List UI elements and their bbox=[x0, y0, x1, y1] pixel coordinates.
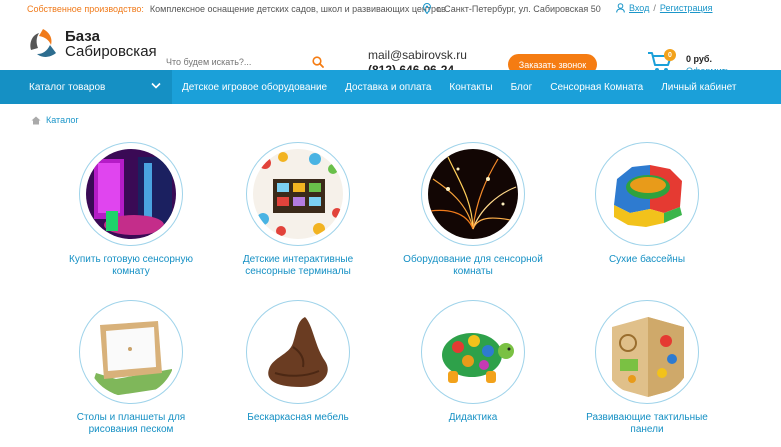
breadcrumb: Каталог bbox=[31, 115, 79, 125]
logo-text: База Сабировская bbox=[65, 29, 157, 59]
category-tactile-panels[interactable]: Развивающие тактильные панели bbox=[560, 300, 734, 436]
auth-separator: / bbox=[653, 3, 656, 13]
home-icon[interactable] bbox=[31, 116, 41, 125]
chevron-down-icon bbox=[151, 82, 161, 89]
production-label: Собственное производство: bbox=[27, 4, 144, 14]
category-sand-tables[interactable]: Столы и планшеты для рисования песком bbox=[44, 300, 218, 436]
category-label[interactable]: Столы и планшеты для рисования песком bbox=[44, 412, 218, 436]
category-label[interactable]: Дидактика bbox=[386, 412, 560, 424]
category-circle bbox=[595, 300, 699, 404]
user-icon bbox=[616, 3, 625, 13]
category-circle bbox=[79, 142, 183, 246]
login-link[interactable]: Вход bbox=[629, 3, 649, 13]
main-nav: Каталог товаров Детское игровое оборудов… bbox=[0, 70, 781, 104]
top-info-bar: Собственное производство: Комплексное ос… bbox=[0, 0, 781, 18]
category-circle bbox=[246, 300, 350, 404]
sand-table-photo-icon bbox=[86, 307, 176, 397]
category-sensory-room[interactable]: Купить готовую сенсорную комнату bbox=[44, 142, 218, 278]
location-pin-icon bbox=[423, 3, 431, 14]
search-icon[interactable] bbox=[312, 56, 324, 68]
header: База Сабировская mail@sabirovsk.ru (812)… bbox=[0, 18, 781, 77]
category-circle bbox=[79, 300, 183, 404]
nav-item-delivery[interactable]: Доставка и оплата bbox=[345, 82, 431, 93]
turtle-toy-photo-icon bbox=[428, 307, 518, 397]
register-link[interactable]: Регистрация bbox=[660, 3, 713, 13]
category-label[interactable]: Купить готовую сенсорную комнату bbox=[44, 254, 218, 278]
production-text: Комплексное оснащение детских садов, шко… bbox=[149, 4, 446, 14]
category-frameless-furniture[interactable]: Бескаркасная мебель bbox=[211, 300, 385, 424]
fiber-optic-photo-icon bbox=[428, 149, 518, 239]
sensory-room-photo-icon bbox=[86, 149, 176, 239]
nav-item-sensory-room[interactable]: Сенсорная Комната bbox=[550, 82, 643, 93]
category-circle bbox=[421, 142, 525, 246]
category-circle bbox=[421, 300, 525, 404]
category-sensory-equipment[interactable]: Оборудование для сенсорной комнаты bbox=[386, 142, 560, 278]
category-circle bbox=[595, 142, 699, 246]
search-box bbox=[166, 52, 332, 72]
category-dry-pools[interactable]: Сухие бассейны bbox=[560, 142, 734, 266]
email-link[interactable]: mail@sabirovsk.ru bbox=[368, 48, 467, 62]
catalog-label: Каталог товаров bbox=[29, 81, 106, 93]
logo-line-1: База bbox=[65, 28, 100, 45]
cart-count-badge: 0 bbox=[664, 49, 676, 61]
category-label[interactable]: Оборудование для сенсорной комнаты bbox=[386, 254, 560, 278]
category-didactics[interactable]: Дидактика bbox=[386, 300, 560, 424]
category-label[interactable]: Бескаркасная мебель bbox=[211, 412, 385, 424]
dry-pool-photo-icon bbox=[602, 149, 692, 239]
address-text: г. Санкт-Петербург, ул. Сабировская 50 bbox=[437, 3, 601, 14]
logo-line-2: Сабировская bbox=[65, 43, 157, 60]
interactive-terminal-photo-icon bbox=[253, 149, 343, 239]
category-label[interactable]: Развивающие тактильные панели bbox=[560, 412, 734, 436]
nav-item-contacts[interactable]: Контакты bbox=[449, 82, 492, 93]
tactile-panel-photo-icon bbox=[602, 307, 692, 397]
category-label[interactable]: Сухие бассейны bbox=[560, 254, 734, 266]
category-circle bbox=[246, 142, 350, 246]
logo-mark-icon bbox=[30, 29, 56, 57]
catalog-menu-button[interactable]: Каталог товаров bbox=[0, 70, 172, 104]
category-terminals[interactable]: Детские интерактивные сенсорные терминал… bbox=[211, 142, 385, 278]
auth-links: Вход / Регистрация bbox=[616, 3, 713, 13]
nav-item-blog[interactable]: Блог bbox=[511, 82, 533, 93]
breadcrumb-catalog[interactable]: Каталог bbox=[46, 115, 79, 125]
bean-bag-photo-icon bbox=[253, 307, 343, 397]
category-label[interactable]: Детские интерактивные сенсорные терминал… bbox=[211, 254, 385, 278]
logo[interactable]: База Сабировская bbox=[25, 26, 157, 62]
address: г. Санкт-Петербург, ул. Сабировская 50 bbox=[423, 3, 601, 14]
cart-sum: 0 руб. bbox=[686, 54, 712, 64]
nav-item-playground[interactable]: Детское игровое оборудование bbox=[182, 82, 327, 93]
nav-item-account[interactable]: Личный кабинет bbox=[661, 82, 736, 93]
search-input[interactable] bbox=[166, 56, 306, 67]
